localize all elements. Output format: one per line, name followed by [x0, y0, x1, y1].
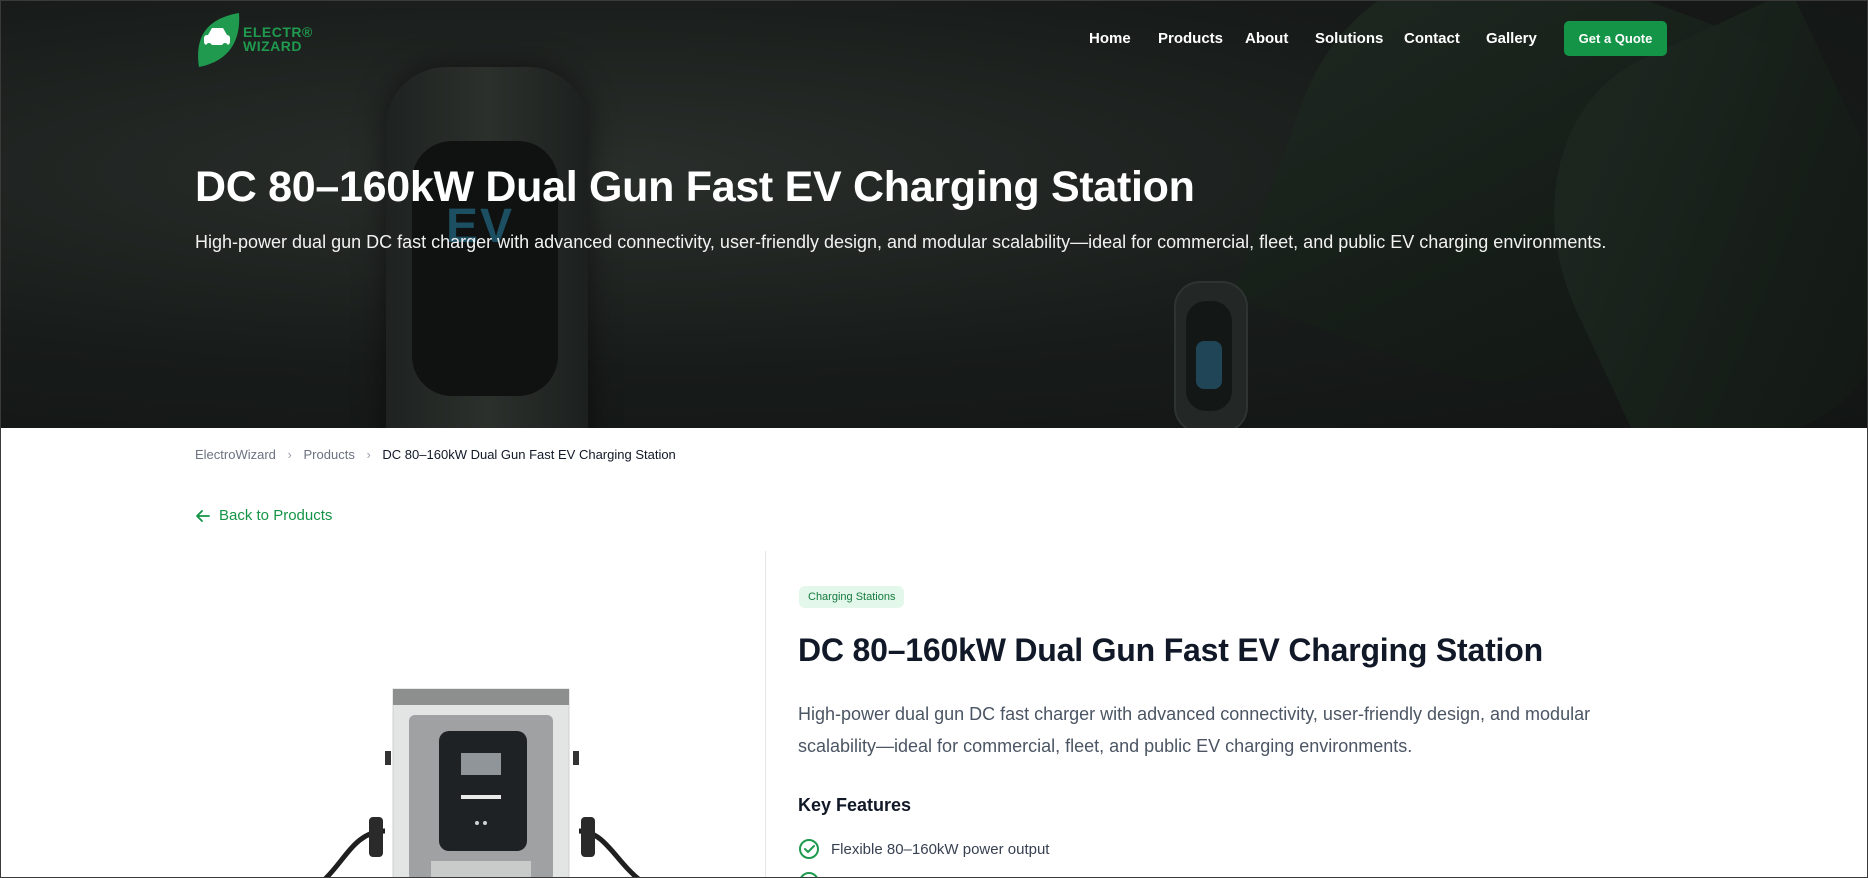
breadcrumb-home[interactable]: ElectroWizard — [195, 447, 276, 462]
breadcrumb: ElectroWizard › Products › DC 80–160kW D… — [195, 446, 676, 462]
breadcrumb-separator: › — [366, 447, 371, 463]
hero-banner: EV ELECTR® WIZARD Home Products About So… — [1, 1, 1867, 428]
product-description: High-power dual gun DC fast charger with… — [798, 704, 1591, 756]
hero-small-charger-screen — [1196, 341, 1222, 389]
key-features-heading: Key Features — [798, 795, 912, 815]
nav-contact[interactable]: Contact — [1404, 30, 1460, 47]
nav-solutions[interactable]: Solutions — [1315, 30, 1383, 47]
hero-title: DC 80–160kW Dual Gun Fast EV Charging St… — [195, 163, 1195, 211]
feature-label: Flexible 80–160kW power output — [831, 840, 1050, 858]
back-to-products-link[interactable]: Back to Products — [195, 507, 332, 524]
logo-line-2: WIZARD — [243, 38, 302, 54]
check-circle-icon — [799, 839, 819, 859]
charging-station-image — [323, 688, 641, 877]
nav-about[interactable]: About — [1245, 30, 1288, 47]
brand-logo[interactable]: ELECTR® WIZARD — [195, 11, 315, 71]
top-nav: ELECTR® WIZARD Home Products About Solut… — [1, 1, 1867, 81]
nav-products[interactable]: Products — [1158, 30, 1223, 47]
logo-wordmark: ELECTR® WIZARD — [243, 25, 313, 53]
nav-gallery[interactable]: Gallery — [1486, 30, 1537, 47]
hero-subtitle: High-power dual gun DC fast charger with… — [195, 232, 1607, 252]
check-circle-icon — [800, 872, 818, 877]
product-image[interactable] — [195, 561, 735, 877]
feature-item: Flexible 80–160kW power output — [798, 838, 1049, 860]
page-frame: EV ELECTR® WIZARD Home Products About So… — [0, 0, 1868, 878]
category-badge: Charging Stations — [799, 586, 905, 608]
feature-item — [798, 871, 831, 877]
breadcrumb-products[interactable]: Products — [304, 447, 355, 462]
product-title: DC 80–160kW Dual Gun Fast EV Charging St… — [798, 632, 1543, 668]
section-divider — [765, 551, 766, 877]
logo-line-1: ELECTR® — [243, 24, 313, 40]
nav-home[interactable]: Home — [1089, 30, 1131, 47]
back-link-label: Back to Products — [219, 507, 333, 524]
leaf-car-logo-icon — [198, 13, 240, 67]
breadcrumb-current: DC 80–160kW Dual Gun Fast EV Charging St… — [382, 447, 676, 463]
get-quote-button[interactable]: Get a Quote — [1564, 21, 1667, 56]
arrow-left-icon — [196, 509, 210, 522]
breadcrumb-separator: › — [287, 447, 292, 463]
